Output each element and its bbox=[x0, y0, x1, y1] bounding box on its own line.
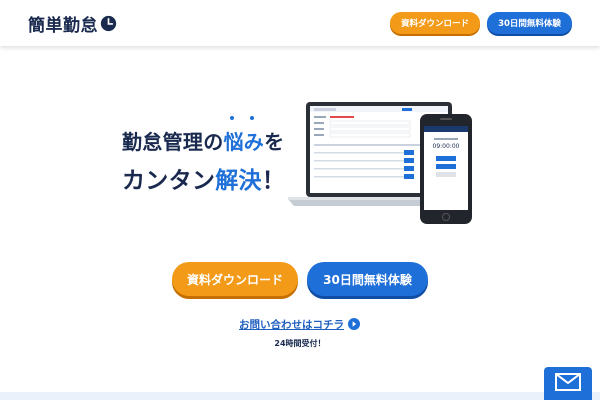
hero-text: ！ bbox=[261, 168, 286, 194]
hero-title-line2: カンタン解決！ bbox=[122, 161, 285, 195]
arrow-circle-icon bbox=[348, 318, 360, 330]
cta-trial-button[interactable]: 30日間無料体験 bbox=[307, 262, 428, 296]
clock-icon bbox=[100, 15, 117, 31]
footer-band bbox=[0, 392, 600, 400]
emphasis-dot bbox=[230, 116, 234, 120]
emphasis-dot bbox=[250, 116, 254, 120]
hero-title-line1: 勤怠管理の悩みを bbox=[122, 126, 284, 155]
device-mockup-illustration: 09:00:00 bbox=[288, 102, 472, 224]
hero-text: カンタン bbox=[122, 168, 216, 194]
mail-icon bbox=[555, 373, 581, 391]
hero-accent-text: 解決 bbox=[215, 168, 262, 194]
contact-link[interactable]: お問い合わせはコチラ bbox=[239, 317, 360, 331]
header-trial-button[interactable]: 30日間無料体験 bbox=[487, 12, 572, 34]
header-download-button[interactable]: 資料ダウンロード bbox=[390, 12, 480, 34]
hero-text: 勤怠管理の bbox=[122, 130, 224, 154]
hero-accent-text: 悩み bbox=[223, 130, 265, 154]
logo-text: 簡単勤怠 bbox=[28, 15, 98, 36]
contact-link-label: お問い合わせはコチラ bbox=[239, 318, 344, 331]
phone-time-text: 09:00:00 bbox=[433, 143, 460, 150]
site-header: 簡単勤怠 資料ダウンロード 30日間無料体験 bbox=[0, 0, 600, 46]
site-logo[interactable]: 簡単勤怠 bbox=[28, 11, 117, 36]
mail-contact-button[interactable] bbox=[544, 367, 592, 400]
cta-download-button[interactable]: 資料ダウンロード bbox=[172, 262, 298, 296]
hours-note: 24時間受付！ bbox=[274, 339, 326, 348]
hero-text: を bbox=[264, 130, 285, 154]
